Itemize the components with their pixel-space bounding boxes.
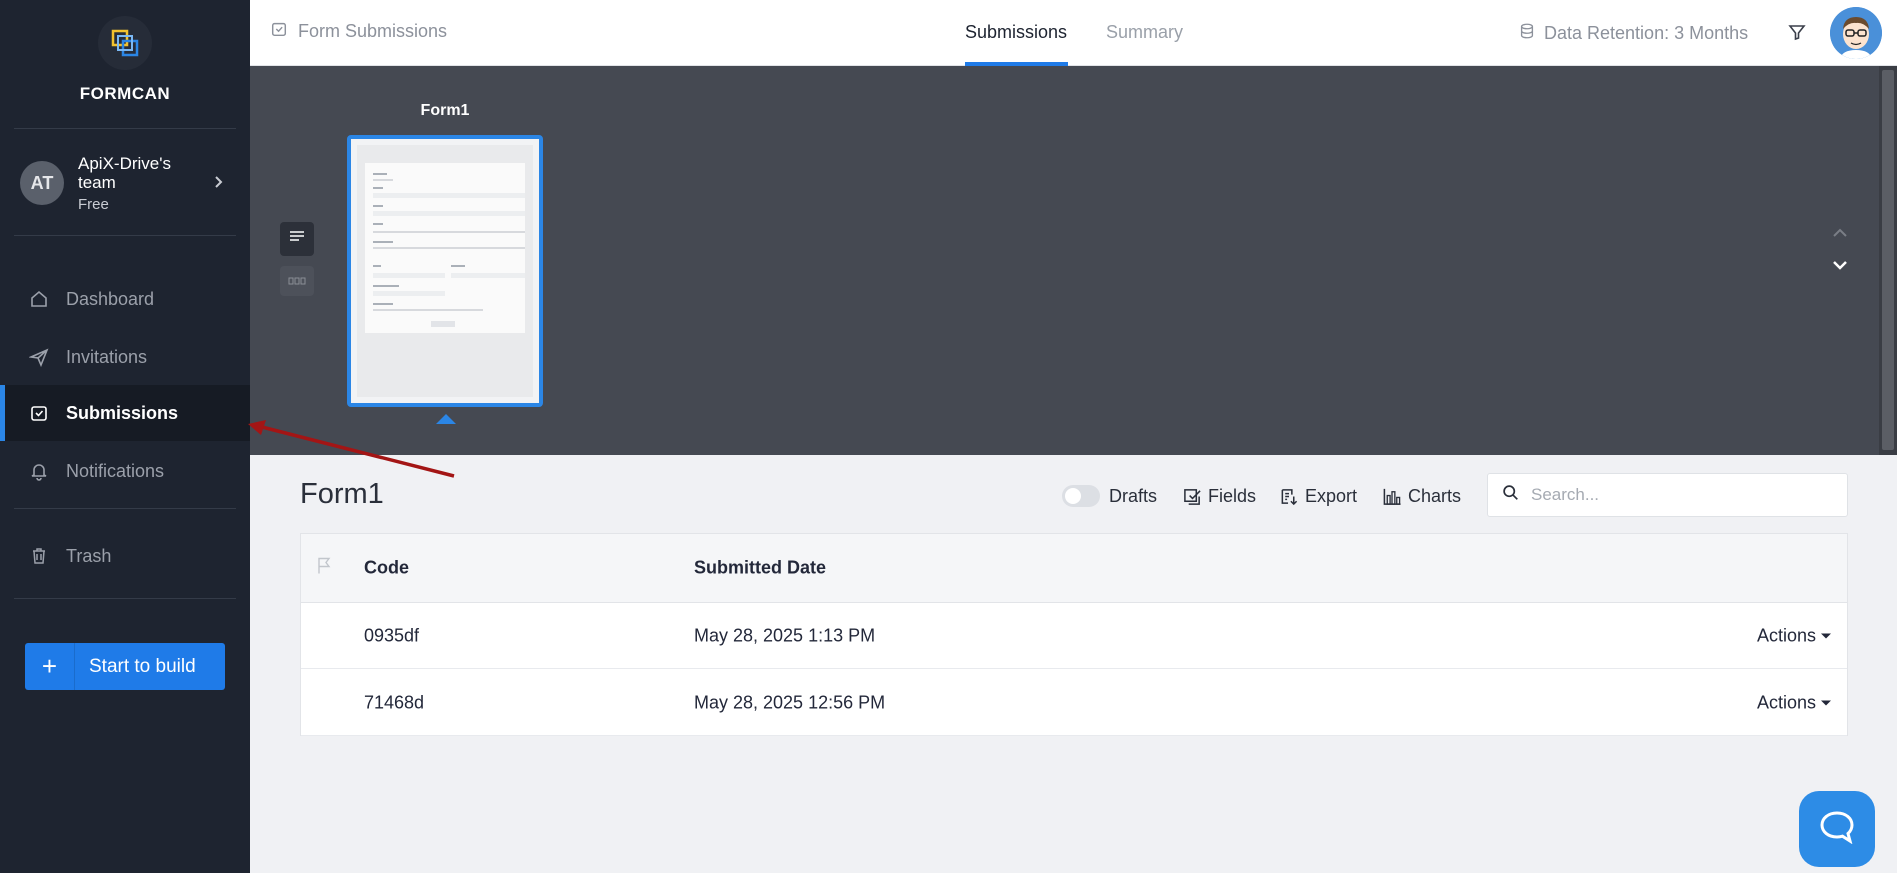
form-thumbnail[interactable]: [347, 135, 543, 407]
plus-icon: +: [25, 643, 75, 690]
submission-code: 0935df: [364, 625, 420, 645]
caret-down-icon: [1821, 633, 1831, 638]
data-retention[interactable]: Data Retention: 3 Months: [1518, 22, 1748, 45]
form-thumbnail-content: [365, 163, 525, 333]
table-header: Code Submitted Date: [301, 534, 1847, 603]
sidebar-item-submissions[interactable]: Submissions: [0, 385, 250, 441]
sidebar: FORMCAN AT ApiX-Drive's team Free Dashbo…: [0, 0, 250, 873]
export-icon: [1279, 487, 1299, 506]
table-row[interactable]: 71468d May 28, 2025 12:56 PM Actions: [301, 670, 1847, 736]
search-box[interactable]: [1487, 473, 1848, 517]
sidebar-item-label: Notifications: [66, 460, 165, 481]
table-row[interactable]: 0935df May 28, 2025 1:13 PM Actions: [301, 603, 1847, 669]
chevron-down-icon[interactable]: [1831, 258, 1849, 276]
fields-button[interactable]: Fields: [1183, 484, 1256, 508]
tab-submissions[interactable]: Submissions: [965, 22, 1067, 43]
search-input[interactable]: [1531, 485, 1831, 505]
breadcrumb: Form Submissions: [270, 20, 447, 43]
sidebar-item-notifications[interactable]: Notifications: [0, 443, 250, 499]
breadcrumb-label: Form Submissions: [298, 21, 448, 41]
sidebar-item-label: Dashboard: [66, 288, 155, 309]
sidebar-item-trash[interactable]: Trash: [0, 528, 250, 584]
chevron-right-icon: [214, 172, 224, 195]
user-avatar[interactable]: [1830, 7, 1882, 59]
inbox-check-icon: [270, 20, 288, 43]
actions-dropdown[interactable]: Actions: [1757, 692, 1831, 713]
sidebar-item-label: Trash: [66, 545, 112, 566]
export-button[interactable]: Export: [1279, 484, 1357, 508]
actions-dropdown[interactable]: Actions: [1757, 625, 1831, 646]
brand-logo[interactable]: FORMCAN: [0, 16, 250, 104]
form-thumbnail-page: [357, 145, 533, 397]
drafts-label: Drafts: [1109, 485, 1158, 506]
sidebar-divider: [14, 598, 236, 599]
submission-date: May 28, 2025 1:13 PM: [694, 625, 876, 645]
sidebar-item-invitations[interactable]: Invitations: [0, 329, 250, 385]
submissions-table: Code Submitted Date 0935df May 28, 2025 …: [300, 533, 1848, 736]
grid-icon: [288, 272, 306, 290]
form-preview-title: Form1: [420, 102, 470, 119]
trash-icon: [28, 545, 50, 567]
team-switcher[interactable]: AT ApiX-Drive's team Free: [20, 148, 230, 218]
filter-icon[interactable]: [1787, 22, 1807, 47]
sidebar-item-label: Invitations: [66, 346, 148, 367]
paper-plane-icon: [28, 346, 50, 368]
team-avatar: AT: [20, 161, 64, 205]
sidebar-divider: [14, 508, 236, 509]
inbox-check-icon: [28, 402, 50, 424]
chat-support-button[interactable]: [1799, 791, 1875, 867]
submission-date: May 28, 2025 12:56 PM: [694, 692, 886, 712]
drafts-toggle[interactable]: Drafts: [1062, 484, 1157, 508]
bell-icon: [28, 460, 50, 482]
bar-chart-icon: [1382, 487, 1402, 506]
team-plan: Free: [78, 195, 109, 213]
annotation-arrow-icon: [244, 418, 458, 485]
database-icon: [1518, 22, 1536, 45]
formcan-logo-icon: [98, 16, 152, 70]
fields-icon: [1183, 487, 1202, 506]
flag-icon[interactable]: [316, 557, 332, 580]
search-icon: [1502, 484, 1519, 506]
preview-scrollbar-thumb[interactable]: [1882, 70, 1894, 450]
tab-summary[interactable]: Summary: [1106, 22, 1183, 43]
list-view-button[interactable]: [280, 222, 314, 256]
sidebar-item-dashboard[interactable]: Dashboard: [0, 271, 250, 327]
grid-view-button[interactable]: [280, 266, 314, 296]
submission-code: 71468d: [364, 692, 425, 712]
toggle-switch[interactable]: [1062, 485, 1100, 507]
top-bar: Form Submissions Submissions Summary Dat…: [250, 0, 1897, 66]
charts-button[interactable]: Charts: [1382, 484, 1461, 508]
chat-bubble-icon: [1819, 810, 1855, 849]
brand-name: FORMCAN: [79, 84, 171, 103]
sidebar-item-label: Submissions: [66, 402, 179, 423]
column-header-submitted-date[interactable]: Submitted Date: [694, 558, 826, 579]
start-to-build-button[interactable]: + Start to build: [25, 643, 225, 690]
sidebar-divider: [14, 235, 236, 236]
column-header-code[interactable]: Code: [364, 558, 409, 579]
home-icon: [28, 288, 50, 310]
sidebar-divider: [14, 128, 236, 129]
page-title: Form1: [300, 478, 384, 510]
chevron-up-icon[interactable]: [1831, 226, 1849, 244]
list-icon: [289, 230, 305, 249]
team-name: ApiX-Drive's team: [78, 153, 171, 192]
data-retention-label: Data Retention: 3 Months: [1544, 23, 1749, 43]
caret-down-icon: [1821, 700, 1831, 705]
